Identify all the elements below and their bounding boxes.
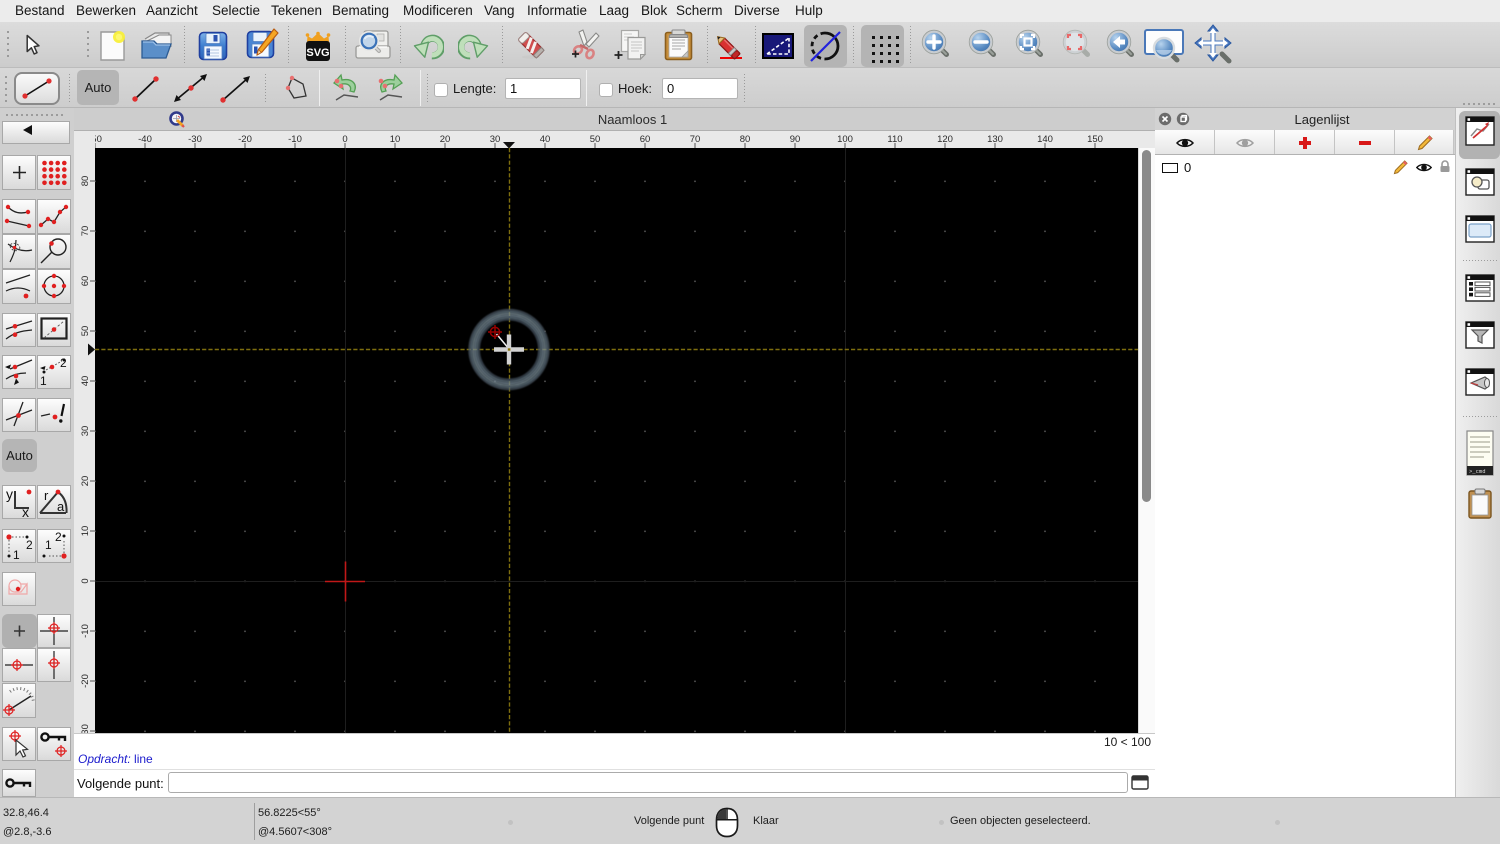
svg-text:40: 40 xyxy=(80,376,91,387)
svg-text:-30: -30 xyxy=(80,724,91,733)
svg-text:1: 1 xyxy=(40,374,47,388)
svg-text:r: r xyxy=(44,488,49,503)
svg-text:2: 2 xyxy=(60,356,67,370)
svg-text:0: 0 xyxy=(80,578,91,583)
svg-text:>_cmd: >_cmd xyxy=(1469,468,1486,475)
svg-text:30: 30 xyxy=(80,426,91,437)
svg-text:a: a xyxy=(57,499,65,514)
svg-text:x: x xyxy=(22,504,29,519)
svg-text:20: 20 xyxy=(80,476,91,487)
svg-text:2: 2 xyxy=(26,538,33,552)
svg-text:1: 1 xyxy=(45,538,52,552)
svg-text:2: 2 xyxy=(55,530,62,544)
svg-text:70: 70 xyxy=(80,226,91,237)
svg-text:-20: -20 xyxy=(80,674,91,688)
svg-text:80: 80 xyxy=(80,176,91,187)
svg-text:y: y xyxy=(6,486,13,502)
svg-text:50: 50 xyxy=(80,326,91,337)
svg-text:-10: -10 xyxy=(80,624,91,638)
svg-text:1: 1 xyxy=(13,548,20,562)
svg-text:10: 10 xyxy=(80,526,91,537)
svg-text:-50: -50 xyxy=(95,134,102,145)
svg-text:60: 60 xyxy=(80,276,91,287)
svg-text:SVG: SVG xyxy=(306,47,329,59)
